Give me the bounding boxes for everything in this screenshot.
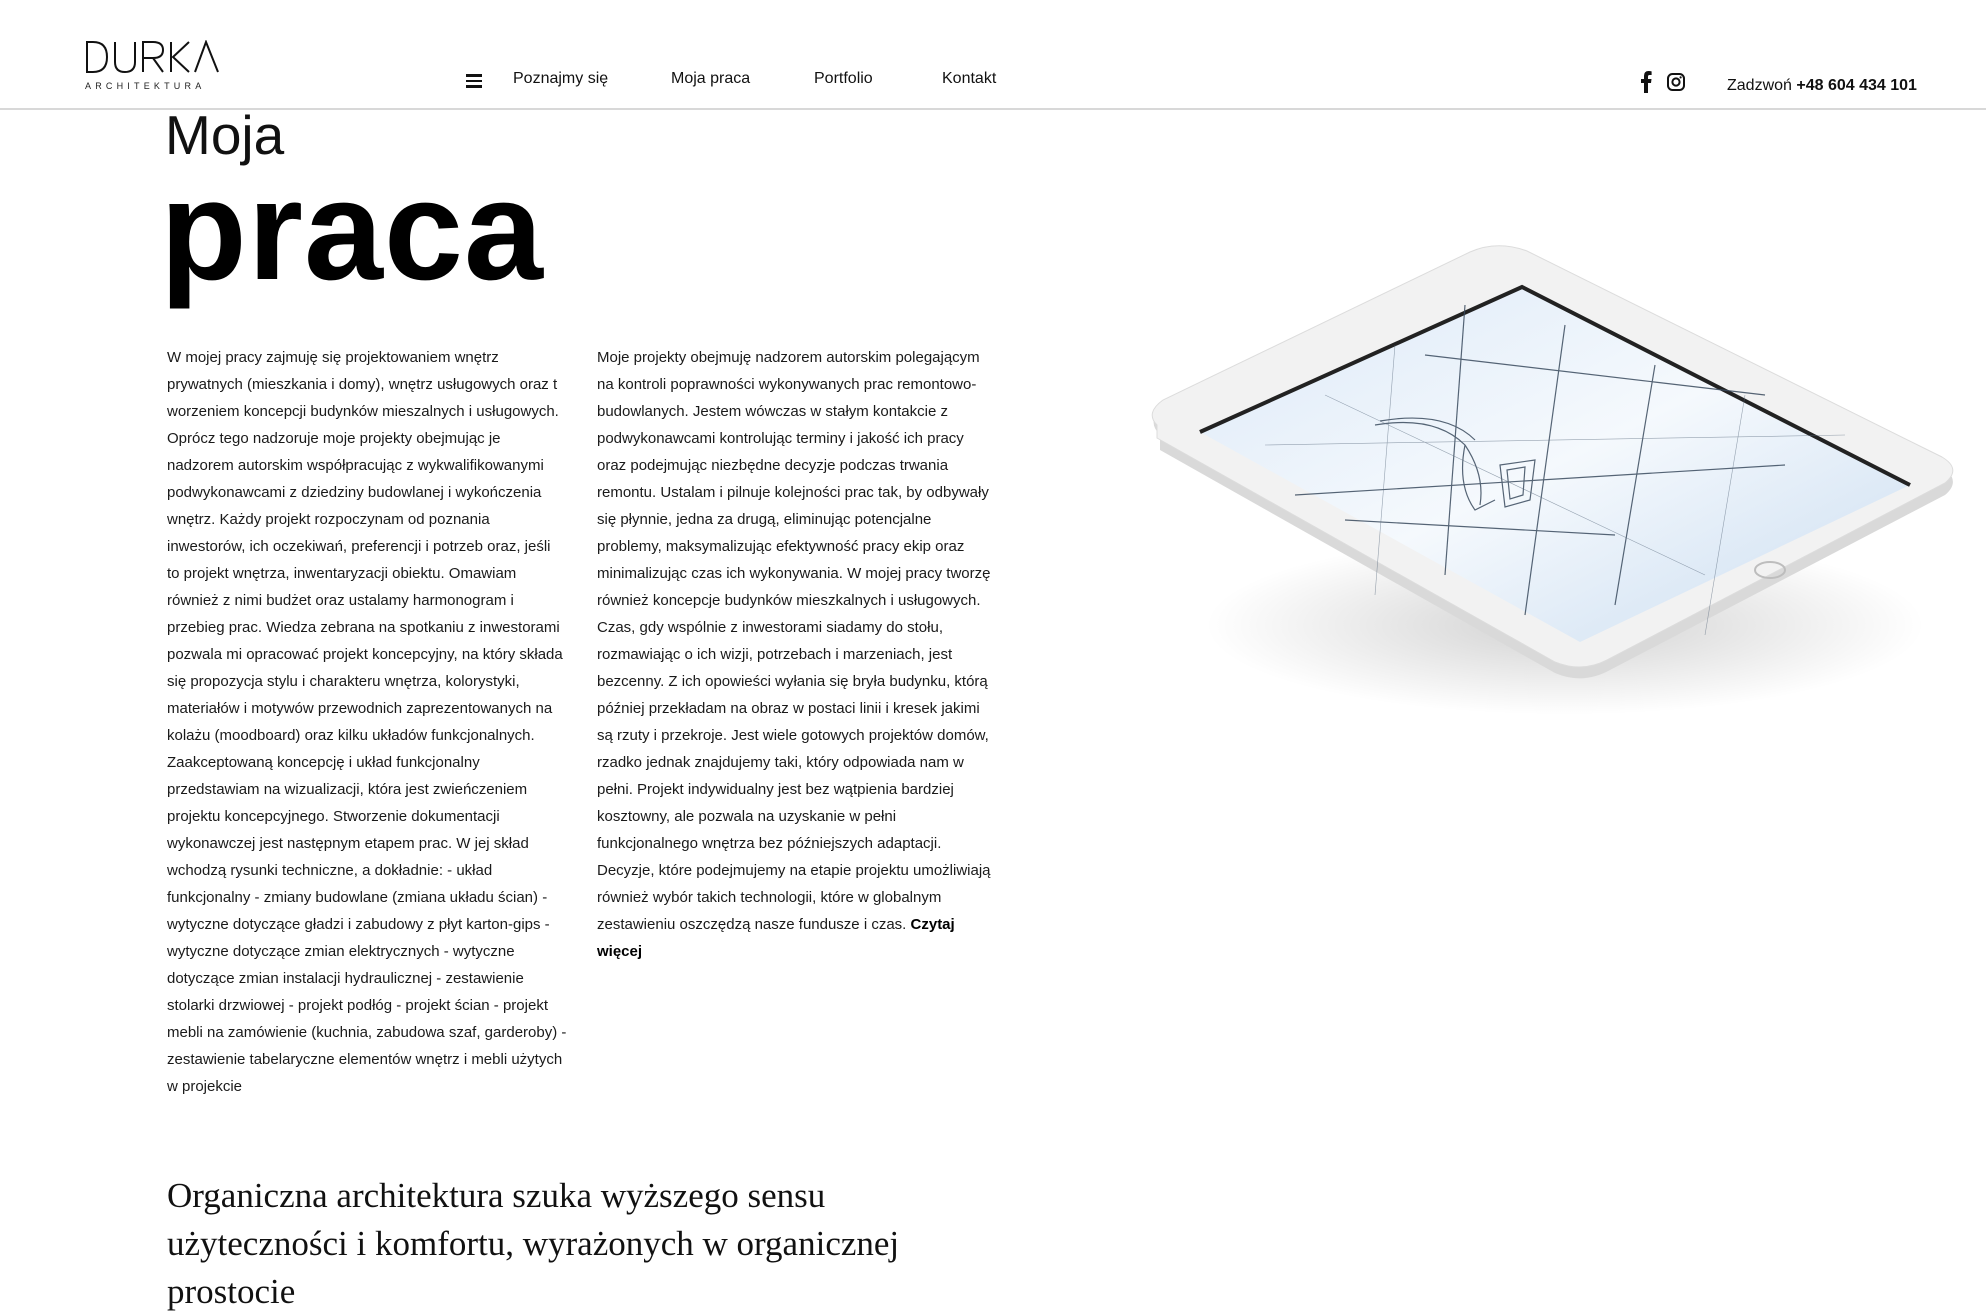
site-header: ARCHITEKTURA Poznajmy się Moja praca Por…	[0, 0, 1986, 110]
phone-number-link[interactable]: +48 604 434 101	[1796, 77, 1917, 94]
right-text-column: Moje projekty obejmuję nadzorem autorski…	[597, 344, 997, 965]
instagram-icon[interactable]	[1667, 73, 1685, 91]
logo-mark-icon	[86, 40, 219, 74]
call-label: Zadzwoń	[1727, 77, 1792, 94]
nav-link-moja-praca[interactable]: Moja praca	[671, 70, 750, 88]
logo-subtitle: ARCHITEKTURA	[85, 81, 206, 91]
left-text-column: W mojej pracy zajmuję się projektowaniem…	[167, 349, 567, 1095]
page-title-bold: praca	[160, 151, 544, 310]
logo[interactable]: ARCHITEKTURA	[85, 40, 220, 92]
facebook-icon[interactable]	[1640, 71, 1652, 93]
hamburger-menu-icon[interactable]	[466, 74, 482, 88]
nav-link-kontakt[interactable]: Kontakt	[942, 70, 996, 88]
nav-link-portfolio[interactable]: Portfolio	[814, 70, 873, 88]
tablet-illustration	[1151, 245, 1954, 715]
quote-heading: Organiczna architektura szuka wyższego s…	[167, 1176, 900, 1311]
nav-link-poznajmy-sie[interactable]: Poznajmy się	[513, 70, 608, 88]
phone-contact: Zadzwoń +48 604 434 101	[1727, 77, 1917, 95]
right-text-body: Moje projekty obejmuję nadzorem autorski…	[597, 349, 991, 933]
